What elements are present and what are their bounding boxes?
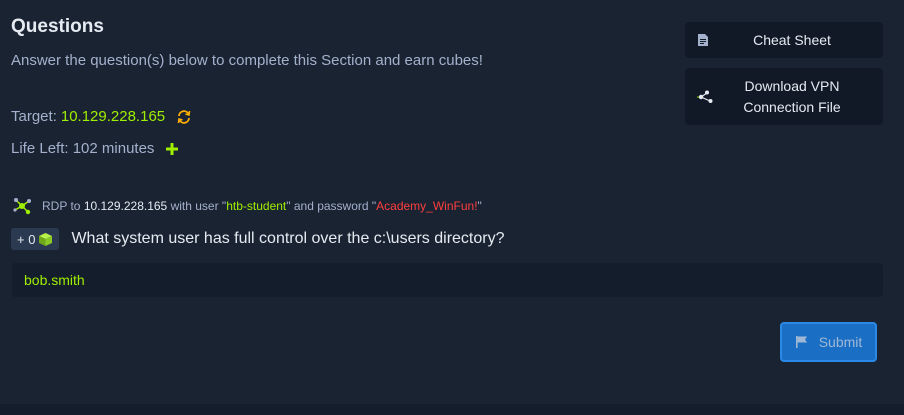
rdp-password: Academy_WinFun! bbox=[376, 199, 478, 213]
rdp-suffix: " bbox=[477, 199, 482, 213]
network-icon bbox=[697, 89, 715, 105]
life-left-row: Life Left: 102 minutes bbox=[11, 140, 179, 157]
download-vpn-line2: Connection File bbox=[743, 98, 841, 115]
extend-life-plus-icon[interactable] bbox=[165, 142, 179, 156]
cubes-count: + 0 bbox=[17, 231, 36, 247]
answer-input[interactable] bbox=[12, 263, 883, 297]
target-ip: 10.129.228.165 bbox=[60, 108, 166, 125]
bottom-divider bbox=[0, 404, 904, 415]
section-subtitle: Answer the question(s) below to complete… bbox=[11, 52, 483, 69]
document-icon bbox=[697, 33, 709, 47]
flag-icon bbox=[795, 335, 809, 349]
cubes-badge: + 0 bbox=[11, 228, 60, 250]
rdp-info: RDP to 10.129.228.165 with user " htb-stu… bbox=[11, 196, 482, 216]
download-vpn-button[interactable]: Download VPN Connection File bbox=[685, 68, 883, 125]
download-vpn-line1: Download VPN bbox=[744, 77, 840, 94]
submit-button[interactable]: Submit bbox=[780, 322, 877, 362]
section-title: Questions bbox=[11, 16, 104, 37]
rdp-ip: 10.129.228.165 bbox=[83, 199, 168, 213]
rdp-prefix: RDP to bbox=[42, 199, 81, 213]
cube-icon bbox=[38, 232, 53, 247]
life-left-text: Life Left: 102 minutes bbox=[11, 140, 155, 157]
questions-panel: Questions Answer the question(s) below t… bbox=[0, 0, 904, 415]
question-row: + 0 What system user has full control ov… bbox=[11, 228, 505, 250]
rdp-with-user: with user " bbox=[170, 199, 227, 213]
refresh-icon[interactable] bbox=[176, 109, 192, 125]
rdp-and-password: " and password " bbox=[286, 199, 377, 213]
target-label: Target: bbox=[11, 108, 57, 125]
cheat-sheet-label: Cheat Sheet bbox=[753, 31, 831, 48]
cheat-sheet-button[interactable]: Cheat Sheet bbox=[685, 22, 883, 58]
question-text: What system user has full control over t… bbox=[71, 230, 505, 247]
network-nodes-icon bbox=[11, 196, 33, 216]
submit-label: Submit bbox=[818, 334, 863, 350]
rdp-username: htb-student bbox=[226, 199, 287, 213]
target-row: Target: 10.129.228.165 bbox=[11, 108, 192, 125]
